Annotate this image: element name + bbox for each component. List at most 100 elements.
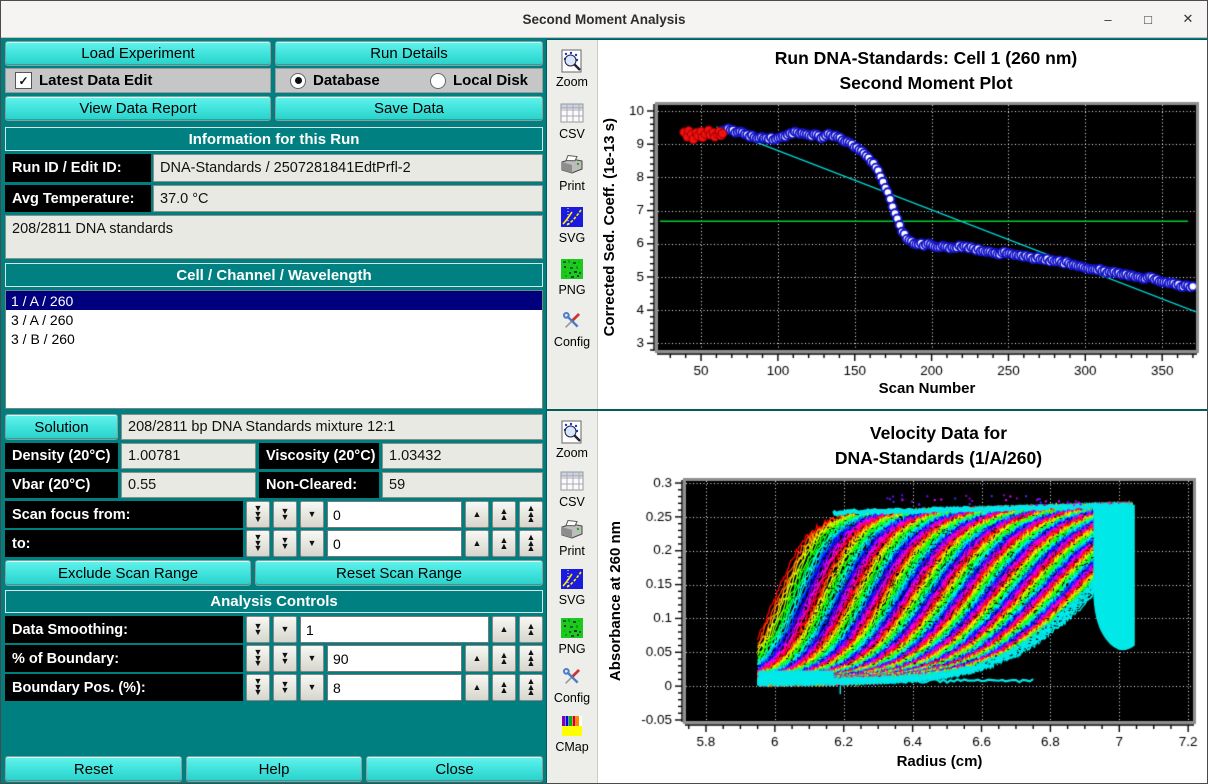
boundary-pct-step-up-1-button[interactable]: ▲ (465, 645, 489, 672)
csv-label: CSV (559, 127, 585, 141)
bottom-zoom-button[interactable]: Zoom (556, 419, 588, 460)
boundary-pct-step-up-10-button[interactable]: ▲▲ (492, 645, 516, 672)
config-label: Config (554, 335, 590, 349)
density-label: Density (20°C) (5, 443, 118, 469)
viscosity-label: Viscosity (20°C) (259, 443, 379, 469)
scan-to-step-up-10-button[interactable]: ▲▲ (492, 530, 516, 557)
print-icon (559, 517, 585, 543)
scan-focus-to-counter: ▼▼▼ ▼▼ ▼ 0 ▲ ▲▲ ▲▲▲ (246, 530, 543, 557)
reset-scan-range-button[interactable]: Reset Scan Range (255, 560, 543, 586)
png-label: PNG (558, 642, 585, 656)
scan-focus-from-label: Scan focus from: (5, 501, 243, 528)
list-item-cell-1A260[interactable]: 1 / A / 260 (6, 291, 542, 310)
bottom-png-button[interactable]: PNG (558, 615, 585, 656)
list-item-cell-3A260[interactable]: 3 / A / 260 (6, 310, 542, 329)
database-label: Database (313, 72, 380, 89)
boundary-pos-step-down-1-button[interactable]: ▼ (300, 674, 324, 701)
config-icon (559, 308, 585, 334)
local-disk-radio-circle[interactable] (430, 73, 446, 89)
close-button[interactable]: Close (366, 756, 543, 782)
vbar-label: Vbar (20°C) (5, 472, 118, 498)
svg-icon (559, 204, 585, 230)
top-print-button[interactable]: Print (559, 152, 585, 193)
boundary-pct-input[interactable]: 90 (327, 645, 462, 672)
minimize-icon[interactable]: – (1099, 10, 1117, 28)
bottom-svg-button[interactable]: SVG (559, 566, 585, 607)
non-cleared-label: Non-Cleared: (259, 472, 379, 498)
boundary-pct-step-down-1-button[interactable]: ▼ (300, 645, 324, 672)
bottom-csv-button[interactable]: CSV (559, 468, 585, 509)
latest-data-edit-checkbox[interactable]: ✓ (15, 72, 32, 89)
run-details-button[interactable]: Run Details (275, 41, 543, 66)
print-icon (559, 152, 585, 178)
csv-label: CSV (559, 495, 585, 509)
scan-to-step-down-10-button[interactable]: ▼▼ (273, 530, 297, 557)
exclude-scan-range-button[interactable]: Exclude Scan Range (5, 560, 251, 586)
velocity-plot-panel: Zoom CSV Print SVG PNG Config (546, 410, 1208, 784)
boundary-pos-step-up-100-button[interactable]: ▲▲▲ (519, 674, 543, 701)
smoothing-step-down-10-button[interactable]: ▼▼ (246, 616, 270, 643)
reset-button[interactable]: Reset (5, 756, 182, 782)
scan-from-step-up-10-button[interactable]: ▲▲ (492, 501, 516, 528)
scan-from-step-down-10-button[interactable]: ▼▼ (273, 501, 297, 528)
density-value: 1.00781 (121, 443, 256, 469)
scan-to-step-up-1-button[interactable]: ▲ (465, 530, 489, 557)
boundary-pos-step-down-10-button[interactable]: ▼▼ (273, 674, 297, 701)
scan-from-step-up-100-button[interactable]: ▲▲▲ (519, 501, 543, 528)
boundary-pct-step-down-100-button[interactable]: ▼▼▼ (246, 645, 270, 672)
help-button[interactable]: Help (186, 756, 362, 782)
database-radio[interactable]: Database (290, 72, 380, 89)
view-data-report-button[interactable]: View Data Report (5, 96, 271, 121)
database-radio-circle[interactable] (290, 73, 306, 89)
boundary-pct-step-down-10-button[interactable]: ▼▼ (273, 645, 297, 672)
smoothing-step-down-1-button[interactable]: ▼ (273, 616, 297, 643)
boundary-pos-step-up-1-button[interactable]: ▲ (465, 674, 489, 701)
list-item-cell-3B260[interactable]: 3 / B / 260 (6, 329, 542, 348)
smoothing-step-up-1-button[interactable]: ▲ (492, 616, 516, 643)
bottom-config-button[interactable]: Config (554, 664, 590, 705)
local-disk-radio[interactable]: Local Disk (430, 72, 528, 89)
top-plot-toolbar: Zoom CSV Print SVG PNG Config (547, 40, 598, 409)
scan-from-input[interactable]: 0 (327, 501, 462, 528)
config-label: Config (554, 691, 590, 705)
run-description[interactable]: 208/2811 DNA standards (5, 215, 543, 259)
bottom-plot-title: Velocity Data for DNA-Standards (1/A/260… (678, 421, 1199, 471)
top-svg-button[interactable]: SVG (559, 204, 585, 245)
boundary-pos-step-down-100-button[interactable]: ▼▼▼ (246, 674, 270, 701)
zoom-icon (559, 48, 585, 74)
scan-from-step-down-1-button[interactable]: ▼ (300, 501, 324, 528)
solution-button[interactable]: Solution (5, 414, 118, 440)
load-experiment-button[interactable]: Load Experiment (5, 41, 271, 66)
top-csv-button[interactable]: CSV (559, 100, 585, 141)
top-plot-ylabel: Corrected Sed. Coeff. (1e-13 s) (601, 118, 618, 336)
bottom-print-button[interactable]: Print (559, 517, 585, 558)
avg-temperature-value: 37.0 °C (153, 185, 543, 212)
bottom-plot-toolbar: Zoom CSV Print SVG PNG Config (547, 411, 598, 784)
scan-to-step-down-1-button[interactable]: ▼ (300, 530, 324, 557)
top-zoom-button[interactable]: Zoom (556, 48, 588, 89)
scan-to-input[interactable]: 0 (327, 530, 462, 557)
close-icon[interactable]: ✕ (1179, 10, 1197, 28)
top-png-button[interactable]: PNG (558, 256, 585, 297)
scan-from-step-down-100-button[interactable]: ▼▼▼ (246, 501, 270, 528)
run-id-label: Run ID / Edit ID: (5, 154, 151, 182)
cell-channel-list[interactable]: 1 / A / 260 3 / A / 260 3 / B / 260 (5, 290, 543, 409)
scan-to-step-down-100-button[interactable]: ▼▼▼ (246, 530, 270, 557)
smoothing-step-up-10-button[interactable]: ▲▲ (519, 616, 543, 643)
boundary-pos-input[interactable]: 8 (327, 674, 462, 701)
png-icon (559, 615, 585, 641)
scan-to-step-up-100-button[interactable]: ▲▲▲ (519, 530, 543, 557)
data-source-row: Database Local Disk (275, 68, 543, 93)
zoom-label: Zoom (556, 446, 588, 460)
title-bar[interactable]: Second Moment Analysis – □ ✕ (1, 1, 1207, 38)
top-plot-ylabel-wrap: Corrected Sed. Coeff. (1e-13 s) (598, 105, 620, 350)
boundary-pct-step-up-100-button[interactable]: ▲▲▲ (519, 645, 543, 672)
latest-data-edit-row[interactable]: ✓ Latest Data Edit (5, 68, 271, 93)
smoothing-input[interactable]: 1 (300, 616, 489, 643)
bottom-cmap-button[interactable]: CMap (555, 713, 588, 754)
scan-from-step-up-1-button[interactable]: ▲ (465, 501, 489, 528)
boundary-pos-step-up-10-button[interactable]: ▲▲ (492, 674, 516, 701)
save-data-button[interactable]: Save Data (275, 96, 543, 121)
top-config-button[interactable]: Config (554, 308, 590, 349)
maximize-icon[interactable]: □ (1139, 10, 1157, 28)
